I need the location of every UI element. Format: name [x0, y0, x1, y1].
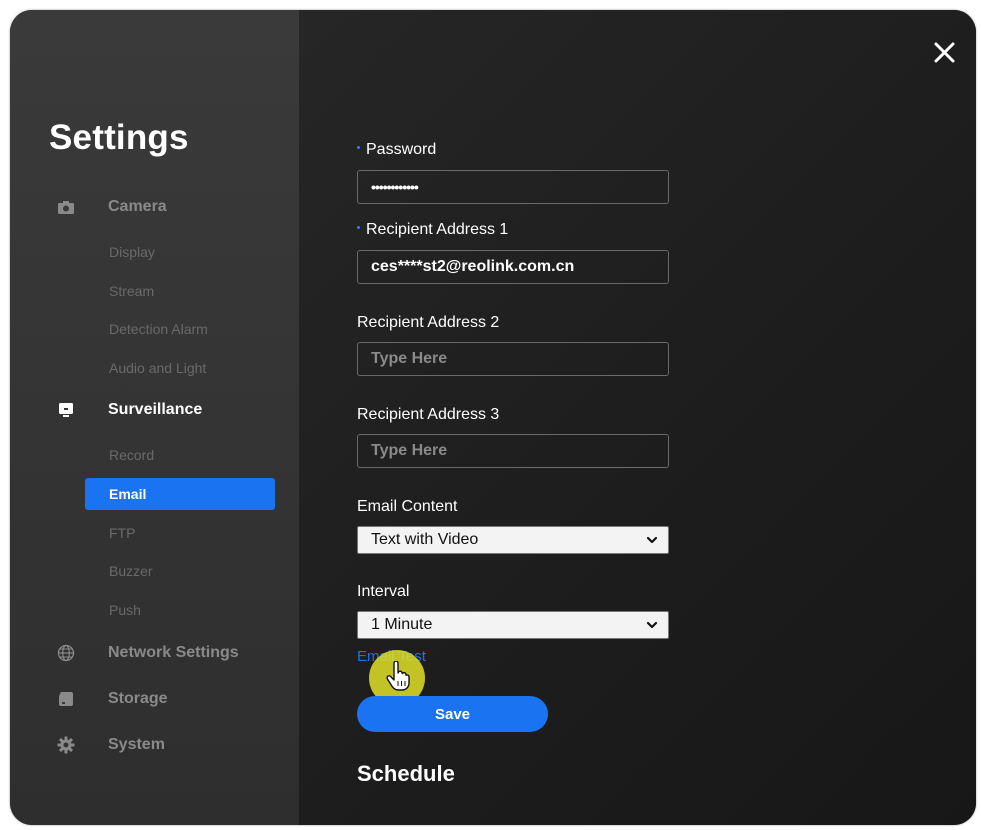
close-icon: [934, 42, 955, 63]
recipient-address-3-label: Recipient Address 3: [357, 406, 500, 423]
sidebar: Settings Camera Display Stream Detection…: [10, 10, 299, 825]
sidebar-item-stream[interactable]: Stream: [85, 275, 275, 307]
interval-value: 1 Minute: [371, 616, 433, 633]
recipient-address-2-field[interactable]: [357, 342, 669, 376]
sidebar-item-detection-alarm[interactable]: Detection Alarm: [85, 313, 275, 345]
schedule-heading: Schedule: [357, 761, 455, 786]
sidebar-item-push[interactable]: Push: [85, 594, 275, 626]
sidebar-item-label: Audio and Light: [109, 360, 207, 376]
sidebar-section-label: Camera: [108, 198, 167, 215]
sidebar-item-buzzer[interactable]: Buzzer: [85, 555, 275, 587]
sidebar-section-label: Surveillance: [108, 401, 203, 418]
sidebar-section-label: Network Settings: [108, 644, 239, 661]
sidebar-section-system[interactable]: System: [10, 729, 299, 761]
sidebar-item-label: Detection Alarm: [109, 321, 208, 337]
recipient-address-3-field[interactable]: [357, 434, 669, 468]
interval-select[interactable]: 1 Minute: [357, 611, 669, 639]
recipient-address-1-label-text: Recipient Address 1: [366, 221, 509, 238]
chevron-down-icon: [646, 536, 658, 544]
sidebar-item-label: Record: [109, 447, 155, 463]
email-content-label: Email Content: [357, 498, 458, 515]
sidebar-section-surveillance[interactable]: Surveillance: [10, 394, 299, 426]
password-field[interactable]: [357, 170, 669, 204]
password-label-text: Password: [366, 141, 437, 158]
settings-dialog: Settings Camera Display Stream Detection…: [10, 10, 976, 825]
required-indicator: [357, 226, 360, 230]
sidebar-item-label: Stream: [109, 283, 155, 299]
sidebar-section-network-settings[interactable]: Network Settings: [10, 637, 299, 669]
globe-icon: [57, 644, 75, 662]
recipient-address-2-label: Recipient Address 2: [357, 314, 500, 331]
hand-pointer-icon: [386, 661, 410, 691]
email-content-value: Text with Video: [371, 531, 479, 548]
sidebar-item-ftp[interactable]: FTP: [85, 517, 275, 549]
close-button[interactable]: [932, 40, 958, 66]
password-label: Password: [357, 141, 436, 159]
recipient-address-1-label: Recipient Address 1: [357, 221, 508, 239]
camera-icon: [57, 198, 75, 216]
storage-icon: [57, 690, 75, 708]
sidebar-item-record[interactable]: Record: [85, 439, 275, 471]
settings-title: Settings: [49, 118, 189, 157]
gear-icon: [57, 736, 75, 754]
sidebar-item-label: Display: [109, 244, 155, 260]
sidebar-section-camera[interactable]: Camera: [10, 191, 299, 223]
email-content-select[interactable]: Text with Video: [357, 526, 669, 554]
required-indicator: [357, 146, 360, 150]
email-settings-panel: Password Recipient Address 1 Recipient A…: [299, 10, 976, 825]
sidebar-section-label: Storage: [108, 690, 168, 707]
sidebar-item-label: FTP: [109, 525, 136, 541]
sidebar-item-label: Email: [109, 486, 147, 502]
sidebar-section-storage[interactable]: Storage: [10, 683, 299, 715]
save-button[interactable]: Save: [357, 696, 548, 732]
sidebar-item-label: Buzzer: [109, 563, 153, 579]
recipient-address-1-field[interactable]: [357, 250, 669, 284]
monitor-icon: [57, 401, 75, 419]
sidebar-item-label: Push: [109, 602, 141, 618]
interval-label: Interval: [357, 583, 410, 600]
sidebar-section-label: System: [108, 736, 165, 753]
chevron-down-icon: [646, 621, 658, 629]
sidebar-item-display[interactable]: Display: [85, 236, 275, 268]
sidebar-item-email[interactable]: Email: [85, 478, 275, 510]
sidebar-item-audio-and-light[interactable]: Audio and Light: [85, 352, 275, 384]
